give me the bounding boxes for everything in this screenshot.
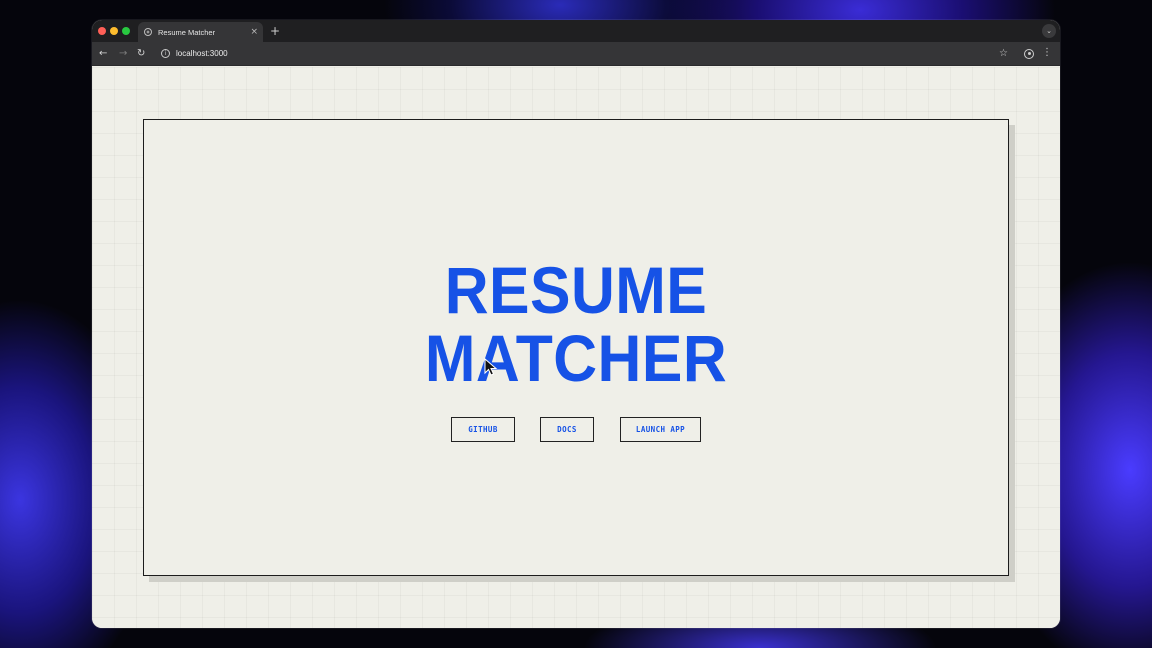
tab-search-button[interactable]: ⌄ [1042, 24, 1056, 38]
close-tab-icon[interactable]: × [250, 25, 258, 39]
github-button[interactable]: GITHUB [451, 417, 515, 442]
reload-button[interactable]: ↻ [137, 47, 145, 61]
new-tab-button[interactable]: + [270, 23, 280, 39]
maximize-window-button[interactable] [122, 27, 130, 35]
bookmark-star-icon[interactable]: ☆ [999, 47, 1008, 61]
docs-button[interactable]: DOCS [540, 417, 594, 442]
tab-title: Resume Matcher [158, 27, 216, 37]
launch-app-button[interactable]: LAUNCH APP [620, 417, 701, 442]
forward-button[interactable]: → [119, 47, 127, 61]
address-bar[interactable]: localhost:3000 [176, 48, 228, 60]
profile-icon[interactable] [1024, 49, 1034, 59]
hero-title: RESUME MATCHER [179, 256, 974, 392]
hero-title-line-1: RESUME [444, 253, 708, 327]
hero-card: RESUME MATCHER GITHUB DOCS LAUNCH APP [143, 119, 1009, 576]
tab-resume-matcher[interactable]: Resume Matcher × [138, 22, 263, 42]
tab-bar: Resume Matcher × + ⌄ [92, 20, 1060, 42]
hero-title-line-2: MATCHER [424, 321, 728, 395]
globe-icon [144, 28, 152, 36]
browser-window: Resume Matcher × + ⌄ ← → ↻ i localhost:3… [92, 20, 1060, 628]
mouse-cursor-icon [484, 358, 498, 376]
browser-toolbar: ← → ↻ i localhost:3000 ☆ ⋮ [92, 42, 1060, 66]
minimize-window-button[interactable] [110, 27, 118, 35]
back-button[interactable]: ← [99, 47, 107, 61]
site-info-icon[interactable]: i [161, 49, 170, 58]
page-viewport: RESUME MATCHER GITHUB DOCS LAUNCH APP [92, 67, 1060, 628]
close-window-button[interactable] [98, 27, 106, 35]
browser-menu-button[interactable]: ⋮ [1042, 46, 1052, 60]
